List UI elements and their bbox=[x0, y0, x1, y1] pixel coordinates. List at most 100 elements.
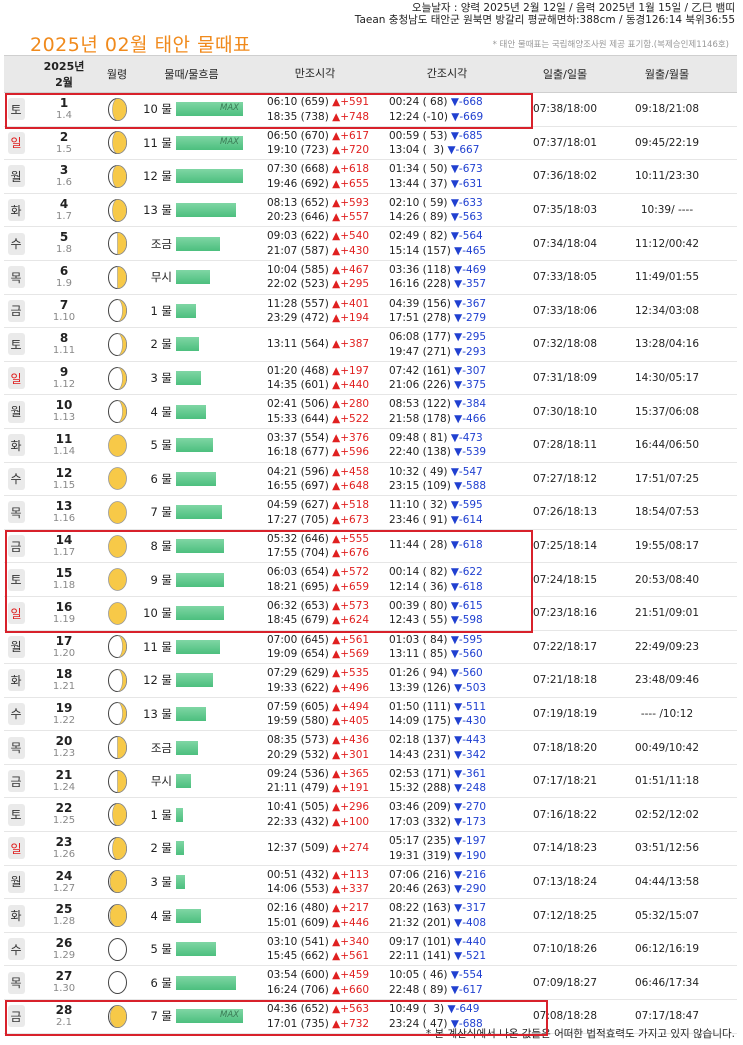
low-tide-2: 12:14 ( 36) ▼-618 bbox=[389, 580, 483, 593]
weekday-badge: 목 bbox=[7, 736, 25, 759]
weekday-badge: 월 bbox=[7, 165, 25, 188]
high-tide-cell: 10:04 (585) ▲+467 22:02 (523) ▲+295 bbox=[249, 261, 381, 294]
weekday-badge: 토 bbox=[7, 98, 25, 121]
high-tide-cell: 04:21 (596) ▲+458 16:55 (697) ▲+648 bbox=[249, 463, 381, 496]
tide-name: 6 물 bbox=[150, 975, 172, 990]
weekday-badge: 일 bbox=[7, 131, 25, 154]
solar-day: 24 bbox=[55, 868, 73, 883]
high-tide-1: 00:51 (432) ▲+113 bbox=[267, 868, 370, 881]
high-tide-cell: 07:00 (645) ▲+561 19:09 (654) ▲+569 bbox=[249, 631, 381, 664]
tide-flow-bar bbox=[176, 673, 213, 688]
source-note: * 태안 물때표는 국립해양조사원 제공 표기함.(복제승인제1146호) bbox=[492, 40, 729, 50]
tide-name: 12 물 bbox=[143, 673, 172, 688]
moon-phase-icon bbox=[100, 664, 134, 697]
high-tide-1: 01:20 (468) ▲+197 bbox=[267, 364, 370, 377]
lunar-date: 1.6 bbox=[56, 177, 72, 189]
high-tide-2: 20:29 (532) ▲+301 bbox=[267, 748, 370, 761]
lunar-date: 1.13 bbox=[52, 412, 76, 424]
low-tide-1: 10:05 ( 46) ▼-554 bbox=[389, 969, 483, 982]
tide-name: 1 물 bbox=[150, 807, 172, 822]
moon-phase-icon bbox=[100, 1000, 134, 1033]
tide-flow-bar bbox=[176, 639, 220, 654]
tide-name: 5 물 bbox=[150, 942, 172, 957]
solar-day: 5 bbox=[59, 230, 69, 245]
moonrise-moonset: 01:51/11:18 bbox=[634, 775, 700, 788]
low-tide-1: 04:39 (156) ▼-367 bbox=[389, 297, 487, 310]
high-tide-1: 03:54 (600) ▲+459 bbox=[267, 969, 370, 982]
lunar-date: 1.30 bbox=[52, 983, 76, 995]
lunar-date: 1.27 bbox=[52, 882, 76, 894]
high-tide-1: 11:28 (557) ▲+401 bbox=[267, 297, 370, 310]
solar-day: 15 bbox=[55, 566, 73, 581]
tide-flow-bar bbox=[176, 539, 224, 554]
table-row: 월 17 1.20 11 물 07:00 (645) ▲+561 19:09 (6… bbox=[4, 631, 737, 665]
low-tide-2: 22:40 (138) ▼-539 bbox=[389, 446, 487, 459]
weekday-badge: 금 bbox=[7, 1005, 25, 1028]
lunar-date: 1.8 bbox=[56, 244, 72, 256]
tide-flow-bar bbox=[176, 371, 201, 386]
solar-day: 12 bbox=[55, 465, 73, 480]
lunar-date: 1.11 bbox=[52, 345, 76, 357]
low-tide-cell: 02:49 ( 82) ▼-564 15:14 (157) ▼-465 bbox=[381, 227, 513, 260]
low-tide-1: 02:18 (137) ▼-443 bbox=[389, 734, 487, 747]
lunar-date: 1.17 bbox=[52, 546, 76, 558]
solar-day: 10 bbox=[55, 398, 73, 413]
high-tide-1: 07:59 (605) ▲+494 bbox=[267, 700, 370, 713]
low-tide-cell: 02:10 ( 59) ▼-633 14:26 ( 89) ▼-563 bbox=[381, 194, 513, 227]
weekday-badge: 일 bbox=[7, 367, 25, 390]
header-info: 오늘날자 : 양력 2025년 2월 12일 / 음력 2025년 1월 15일… bbox=[355, 2, 735, 26]
high-tide-1: 02:41 (506) ▲+280 bbox=[267, 398, 370, 411]
table-row: 수 26 1.29 5 물 03:10 (541) ▲+340 15:45 (66… bbox=[4, 933, 737, 967]
solar-day: 19 bbox=[55, 700, 73, 715]
high-tide-cell: 08:35 (573) ▲+436 20:29 (532) ▲+301 bbox=[249, 731, 381, 764]
sunrise-sunset: 07:19/18:19 bbox=[532, 707, 598, 720]
solar-day: 9 bbox=[59, 364, 69, 379]
high-tide-cell: 07:59 (605) ▲+494 19:59 (580) ▲+405 bbox=[249, 698, 381, 731]
low-tide-cell: 00:59 ( 53) ▼-685 13:04 ( 3) ▼-667 bbox=[381, 127, 513, 160]
high-tide-2: 19:46 (692) ▲+655 bbox=[267, 177, 370, 190]
low-tide-1: 02:10 ( 59) ▼-633 bbox=[389, 196, 483, 209]
tide-name: 5 물 bbox=[150, 438, 172, 453]
table-row: 월 3 1.6 12 물 07:30 (668) ▲+618 19:46 (692… bbox=[4, 160, 737, 194]
max-label: MAX bbox=[220, 103, 239, 114]
high-tide-2: 19:10 (723) ▲+720 bbox=[267, 144, 370, 157]
moonrise-moonset: 09:45/22:19 bbox=[634, 136, 700, 149]
low-tide-cell: 11:44 ( 28) ▼-618 bbox=[381, 530, 513, 563]
high-tide-2: 23:29 (472) ▲+194 bbox=[267, 312, 370, 325]
moon-phase-icon bbox=[100, 463, 134, 496]
low-tide-2: 12:43 ( 55) ▼-598 bbox=[389, 614, 483, 627]
solar-day: 6 bbox=[59, 263, 69, 278]
tide-name: 10 물 bbox=[143, 102, 172, 117]
tide-flow-bar bbox=[176, 706, 206, 721]
low-tide-2: 14:43 (231) ▼-342 bbox=[389, 748, 487, 761]
high-tide-2: 17:01 (735) ▲+732 bbox=[267, 1017, 370, 1030]
high-tide-1: 09:24 (536) ▲+365 bbox=[267, 767, 370, 780]
table-row: 토 15 1.18 9 물 06:03 (654) ▲+572 18:21 (69… bbox=[4, 563, 737, 597]
high-tide-cell: 09:24 (536) ▲+365 21:11 (479) ▲+191 bbox=[249, 765, 381, 798]
table-row: 수 19 1.22 13 물 07:59 (605) ▲+494 19:59 (5… bbox=[4, 698, 737, 732]
high-tide-cell: 07:30 (668) ▲+618 19:46 (692) ▲+655 bbox=[249, 160, 381, 193]
tide-flow-bar bbox=[176, 975, 236, 990]
low-tide-cell: 00:24 ( 68) ▼-668 12:24 (-10) ▼-669 bbox=[381, 93, 513, 126]
table-row: 수 12 1.15 6 물 04:21 (596) ▲+458 16:55 (69… bbox=[4, 463, 737, 497]
lunar-date: 1.10 bbox=[52, 311, 76, 323]
high-tide-cell: 03:54 (600) ▲+459 16:24 (706) ▲+660 bbox=[249, 966, 381, 999]
low-tide-2: 19:47 (271) ▼-293 bbox=[389, 345, 487, 358]
high-tide-cell: 10:41 (505) ▲+296 22:33 (432) ▲+100 bbox=[249, 798, 381, 831]
low-tide-2: 13:04 ( 3) ▼-667 bbox=[389, 144, 480, 157]
low-tide-2: 14:09 (175) ▼-430 bbox=[389, 715, 487, 728]
low-tide-2: 20:46 (263) ▼-290 bbox=[389, 883, 487, 896]
solar-day: 18 bbox=[55, 667, 73, 682]
low-tide-1: 09:48 ( 81) ▼-473 bbox=[389, 431, 483, 444]
low-tide-cell: 07:42 (161) ▼-307 21:06 (226) ▼-375 bbox=[381, 362, 513, 395]
high-tide-1: 12:37 (509) ▲+274 bbox=[267, 841, 370, 854]
tide-name: 9 물 bbox=[150, 572, 172, 587]
table-row: 일 16 1.19 10 물 06:32 (653) ▲+573 18:45 (6… bbox=[4, 597, 737, 631]
tide-name: 8 물 bbox=[150, 539, 172, 554]
table-row: 토 22 1.25 1 물 10:41 (505) ▲+296 22:33 (43… bbox=[4, 798, 737, 833]
low-tide-cell: 05:17 (235) ▼-197 19:31 (319) ▼-190 bbox=[381, 832, 513, 865]
table-row: 일 23 1.26 2 물 12:37 (509) ▲+274 05:17 (2… bbox=[4, 832, 737, 866]
moonrise-moonset: 15:37/06:08 bbox=[634, 405, 700, 418]
moonrise-moonset: 11:49/01:55 bbox=[634, 271, 700, 284]
tide-flow-bar bbox=[176, 303, 196, 318]
